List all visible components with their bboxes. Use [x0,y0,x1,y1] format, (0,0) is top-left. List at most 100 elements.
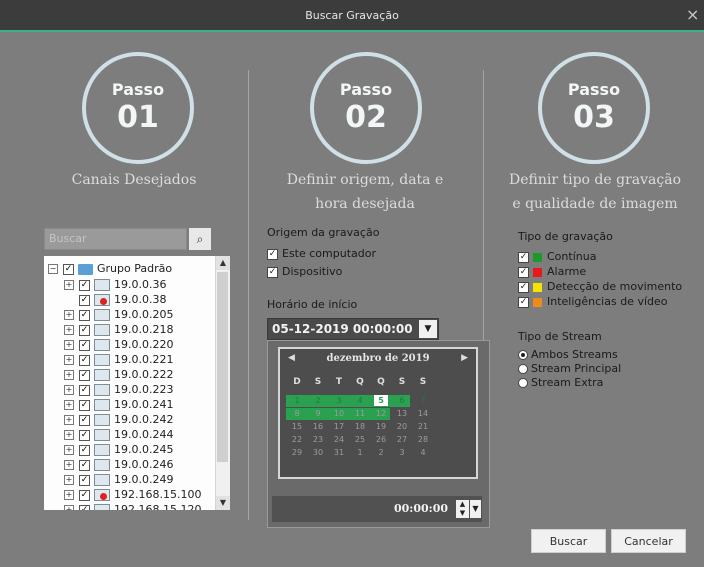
calendar-day[interactable]: 3 [393,447,411,459]
record-type-checkbox[interactable]: ✓ [518,281,529,293]
calendar-day[interactable]: 6 [393,395,411,407]
calendar-day[interactable]: 2 [309,395,327,407]
stream-type-option[interactable]: Stream Principal [518,362,621,375]
cancel-button[interactable]: Cancelar [611,529,686,553]
tree-device-node[interactable]: + ✓ 19.0.0.245 [64,443,173,457]
record-type-option[interactable]: ✓ Alarme [518,265,586,278]
calendar-day[interactable]: 4 [351,395,369,407]
origin-option-device[interactable]: ✓ Dispositivo [267,265,342,278]
device-checkbox[interactable]: ✓ [79,354,90,366]
tree-device-node[interactable]: + ✓ 19.0.0.218 [64,323,173,337]
device-checkbox[interactable]: ✓ [79,339,90,351]
expand-icon[interactable]: + [64,340,74,350]
calendar-day[interactable]: 18 [351,421,369,433]
tree-device-node[interactable]: + ✓ 19.0.0.220 [64,338,173,352]
device-checkbox[interactable]: ✓ [79,444,90,456]
calendar-day[interactable]: 9 [309,408,327,420]
expand-icon[interactable]: + [64,430,74,440]
calendar-day[interactable]: 15 [288,421,306,433]
record-type-checkbox[interactable]: ✓ [518,251,529,263]
calendar-day[interactable]: 19 [372,421,390,433]
tree-device-node[interactable]: + ✓ 19.0.0.249 [64,473,173,487]
chevron-down-icon[interactable]: ▼ [419,320,437,338]
expand-icon[interactable]: + [64,310,74,320]
scrollbar-thumb[interactable] [217,272,228,462]
stream-radio[interactable] [518,364,528,374]
group-checkbox[interactable]: ✓ [63,263,74,275]
device-checkbox[interactable]: ✓ [79,414,90,426]
device-checkbox[interactable]: ✓ [79,489,90,501]
device-checkbox[interactable]: ✓ [79,309,90,321]
calendar-day[interactable]: 25 [351,434,369,446]
search-icon[interactable]: ⌕ [189,228,211,250]
tree-device-node[interactable]: + ✓ 19.0.0.241 [64,398,173,412]
expand-icon[interactable]: + [64,445,74,455]
record-type-checkbox[interactable]: ✓ [518,296,529,308]
calendar-day[interactable]: 4 [414,447,432,459]
calendar-day-selected[interactable]: 5 [374,395,388,406]
calendar-day[interactable]: 12 [372,408,390,420]
record-type-option[interactable]: ✓ Inteligências de vídeo [518,295,668,308]
device-checkbox[interactable]: ✓ [79,459,90,471]
tree-device-node[interactable]: + ✓ 19.0.0.221 [64,353,173,367]
tree-device-node[interactable]: + ✓ 19.0.0.223 [64,383,173,397]
calendar-day[interactable]: 28 [414,434,432,446]
calendar-day[interactable]: 29 [288,447,306,459]
tree-device-node[interactable]: + ✓ 192.168.15.120 [64,503,201,510]
expand-icon[interactable]: + [64,505,74,510]
calendar-day[interactable]: 22 [288,434,306,446]
calendar-day[interactable]: 20 [393,421,411,433]
scroll-up-icon[interactable]: ▲ [216,256,230,270]
tree-device-node[interactable]: + ✓ 192.168.15.100 [64,488,201,502]
collapse-icon[interactable]: − [48,264,58,274]
calendar-day[interactable]: 8 [288,408,306,420]
calendar-day[interactable]: 17 [330,421,348,433]
calendar-day[interactable]: 3 [330,395,348,407]
expand-icon[interactable]: + [64,460,74,470]
expand-icon[interactable]: + [64,280,74,290]
record-type-checkbox[interactable]: ✓ [518,266,529,278]
calendar-day[interactable]: 7 [414,395,432,407]
tree-device-node[interactable]: +✓19.0.0.38 [64,293,166,307]
scroll-down-icon[interactable]: ▼ [216,496,230,510]
channel-search-input[interactable]: Buscar [44,228,187,250]
stream-radio[interactable] [518,350,528,360]
time-field[interactable]: 00:00:00 [394,502,448,515]
device-checkbox[interactable]: ✓ [79,504,90,510]
record-type-option[interactable]: ✓ Contínua [518,250,596,263]
expand-icon[interactable]: + [64,475,74,485]
expand-icon[interactable]: + [64,385,74,395]
calendar-day[interactable]: 16 [309,421,327,433]
tree-device-node[interactable]: + ✓ 19.0.0.36 [64,278,166,292]
device-checkbox[interactable]: ✓ [79,279,90,291]
chevron-down-icon[interactable]: ▼ [470,500,481,518]
calendar-day[interactable]: 31 [330,447,348,459]
tree-group-node[interactable]: − ✓ Grupo Padrão [48,262,172,276]
calendar-day[interactable]: 13 [393,408,411,420]
calendar-day[interactable]: 27 [393,434,411,446]
next-month-icon[interactable]: ▶ [461,353,468,363]
calendar-day[interactable]: 10 [330,408,348,420]
device-checkbox[interactable]: ✓ [79,324,90,336]
calendar-day[interactable]: 1 [288,395,306,407]
stream-type-option[interactable]: Ambos Streams [518,348,618,361]
tree-device-node[interactable]: + ✓ 19.0.0.242 [64,413,173,427]
device-checkbox[interactable]: ✓ [79,474,90,486]
device-checkbox[interactable]: ✓ [79,294,90,306]
tree-device-node[interactable]: + ✓ 19.0.0.246 [64,458,173,472]
calendar-day[interactable]: 1 [351,447,369,459]
stream-type-option[interactable]: Stream Extra [518,376,603,389]
expand-icon[interactable]: + [64,355,74,365]
calendar-day[interactable]: 21 [414,421,432,433]
device-checkbox[interactable]: ✓ [79,429,90,441]
tree-device-node[interactable]: + ✓ 19.0.0.222 [64,368,173,382]
calendar-day[interactable]: 14 [414,408,432,420]
start-datetime-field[interactable]: 05-12-2019 00:00:00 [267,318,439,340]
origin-option-this-computer[interactable]: ✓ Este computador [267,247,376,260]
tree-device-node[interactable]: + ✓ 19.0.0.244 [64,428,173,442]
calendar-day[interactable]: 26 [372,434,390,446]
calendar-day[interactable]: 11 [351,408,369,420]
expand-icon[interactable]: + [64,400,74,410]
time-spinner[interactable]: ▲ ▼ [456,500,469,518]
tree-scrollbar[interactable]: ▲ ▼ [215,256,230,510]
